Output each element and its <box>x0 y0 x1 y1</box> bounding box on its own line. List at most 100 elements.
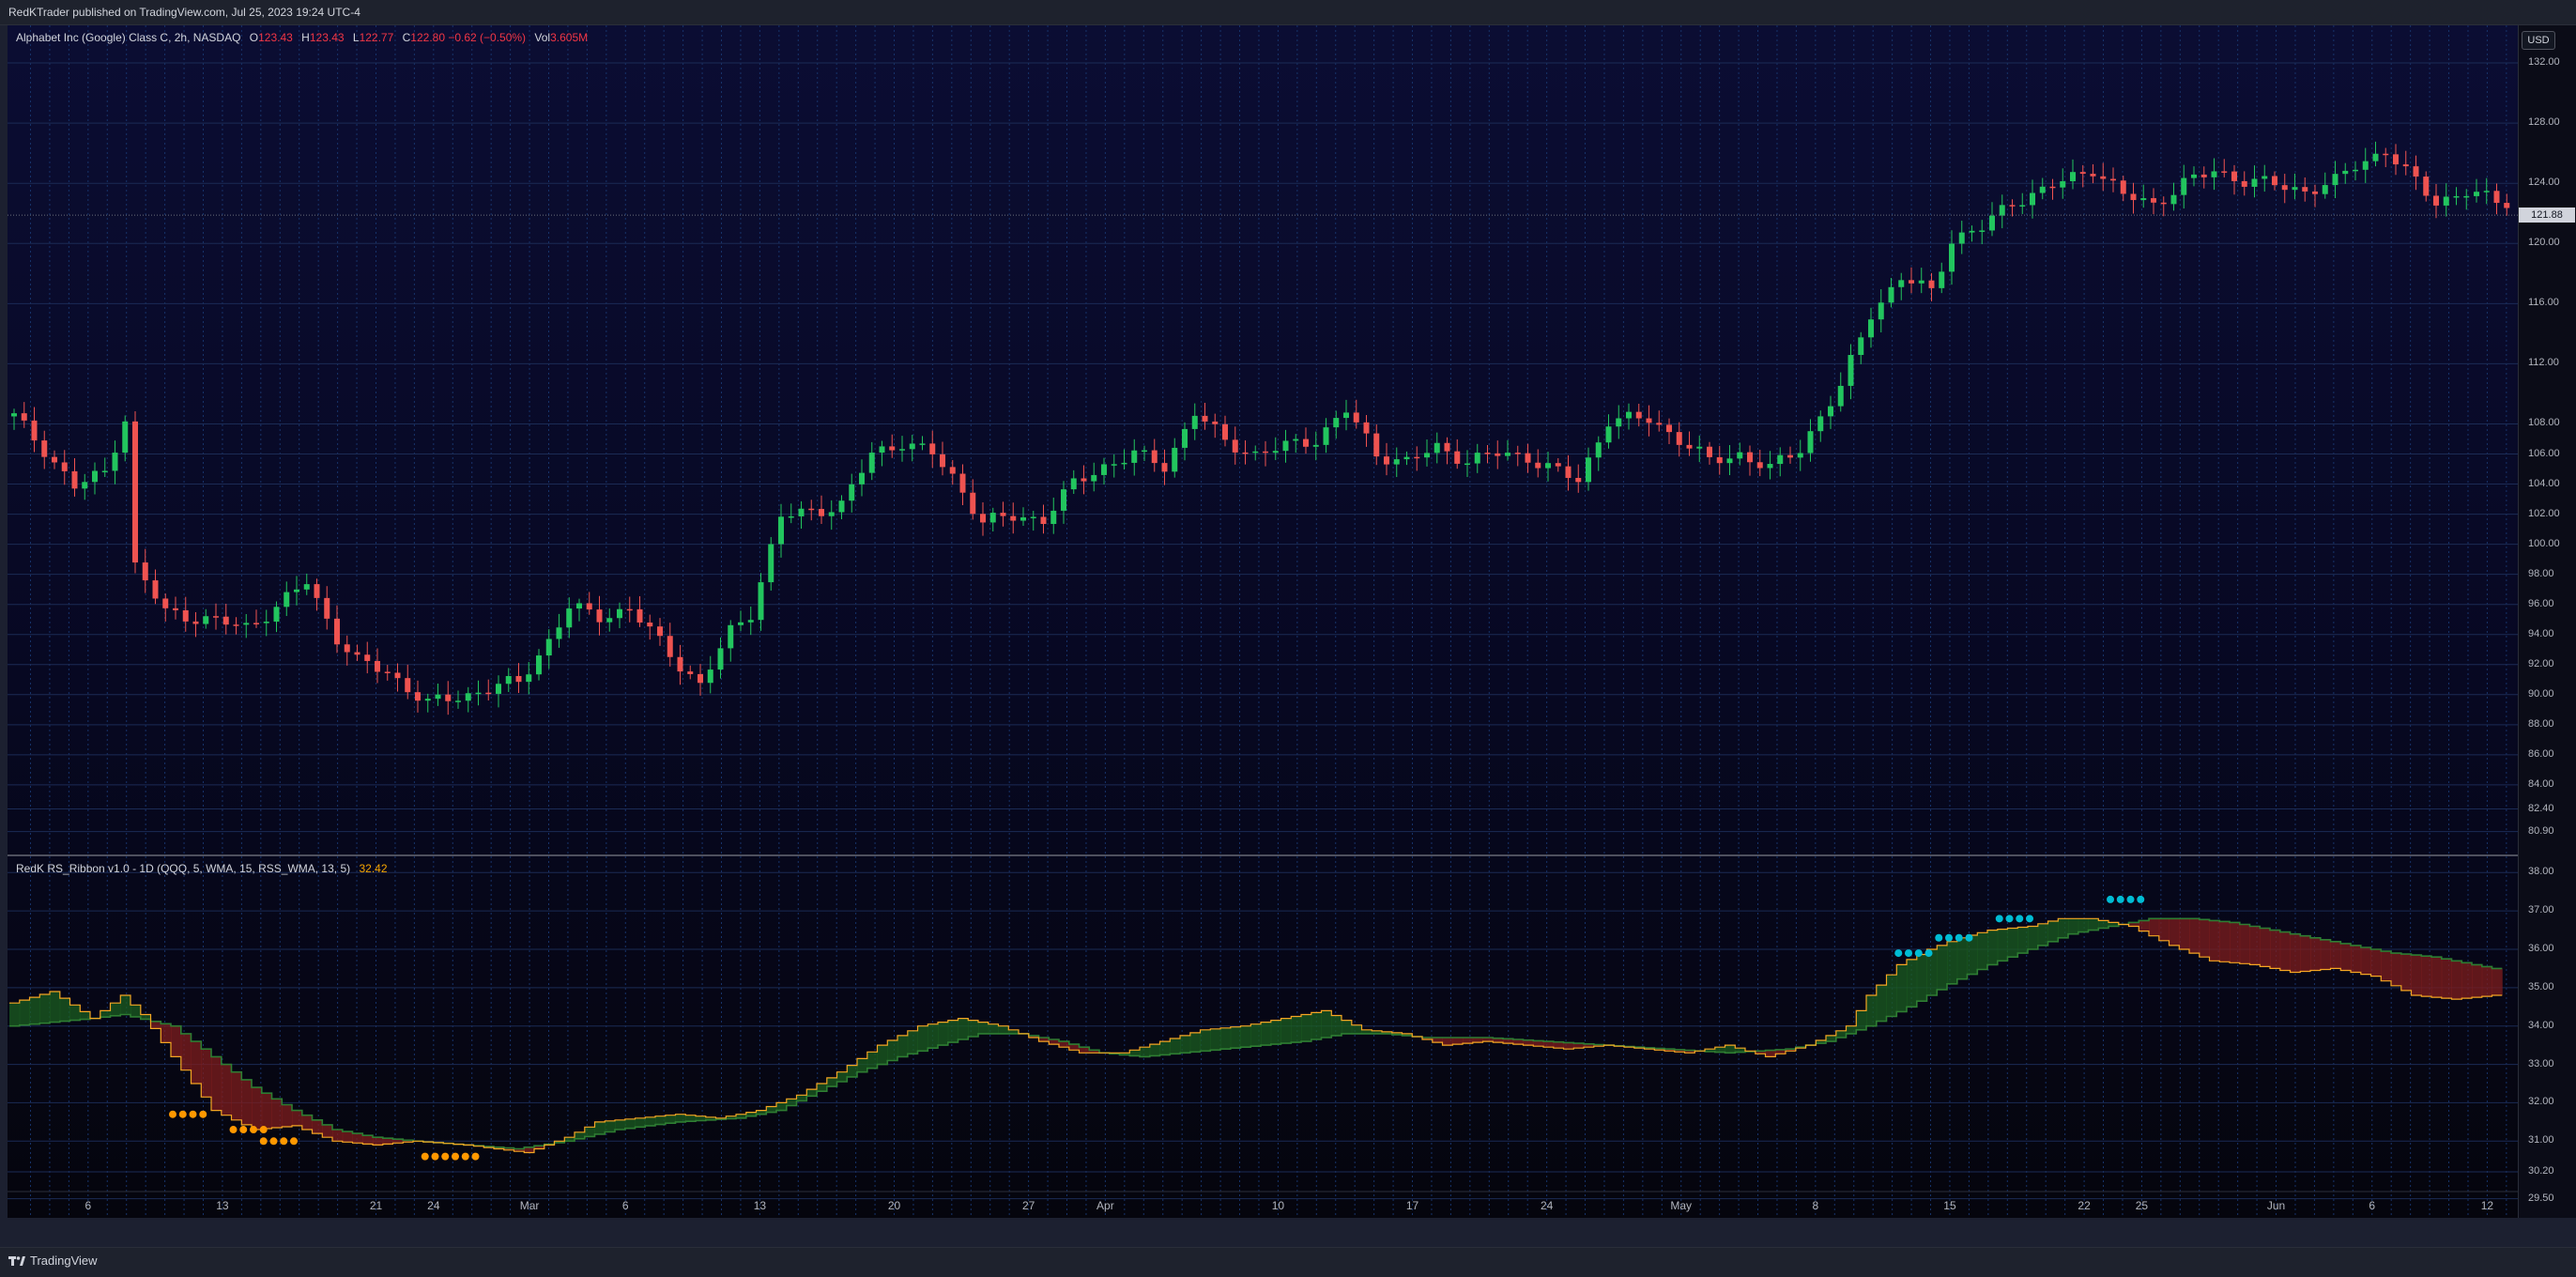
ribbon-fill <box>1886 975 1897 1017</box>
candle-body <box>2039 186 2046 193</box>
candle-body <box>1454 451 1461 464</box>
ribbon-fill <box>524 1146 535 1153</box>
candle-body <box>1403 456 1410 460</box>
time-tick-label: 10 <box>1272 1199 1285 1212</box>
ribbon-fill <box>907 1030 918 1054</box>
close-label: C <box>402 31 411 44</box>
ribbon-fill <box>1442 1037 1453 1046</box>
ribbon-fill <box>2360 946 2371 975</box>
price-tick-label: 132.00 <box>2528 56 2560 69</box>
candle-body <box>2463 195 2470 198</box>
ribbon-fill <box>836 1071 848 1082</box>
candle-body <box>1020 517 1026 521</box>
candle-body <box>424 699 431 701</box>
candle-body <box>1918 280 1924 284</box>
signal-dot-cyan <box>2116 895 2124 903</box>
ribbon-fill <box>150 1021 161 1029</box>
ribbon-fill <box>1553 1041 1564 1049</box>
signal-dot-orange <box>259 1137 268 1146</box>
signal-dot-cyan <box>1945 933 1953 942</box>
signal-dot-orange <box>189 1110 197 1118</box>
candle-body <box>515 675 522 683</box>
price-tick-label: 96.00 <box>2528 597 2554 609</box>
candle-body <box>496 684 501 694</box>
ribbon-fill <box>2431 957 2443 998</box>
candle-body <box>1595 442 1602 458</box>
candle-body <box>2383 153 2389 156</box>
ribbon-fill <box>271 1099 283 1128</box>
candle-body <box>2322 185 2328 194</box>
ribbon-fill <box>161 1023 172 1043</box>
high-value: 123.43 <box>309 31 345 44</box>
ribbon-fill <box>766 1106 777 1113</box>
candle-body <box>1000 513 1006 516</box>
chart-svg[interactable]: 6 13 21 24 Mar 6 13 20 27 Apr 10 17 24 May 8 15 22 25 Jun 6… <box>8 25 2518 1218</box>
candle-body <box>1848 355 1854 386</box>
candle-body <box>909 443 915 450</box>
candle-body <box>717 648 724 670</box>
signal-dot-cyan <box>1955 933 1963 942</box>
signal-dot-orange <box>421 1152 429 1161</box>
price-tick-label: 120.00 <box>2528 237 2560 249</box>
indicator-name[interactable]: RedK RS_Ribbon v1.0 - 1D (QQQ, 5, WMA, 1… <box>16 862 350 875</box>
ribbon-fill <box>1463 1037 1474 1044</box>
candle-body <box>1767 464 1773 469</box>
candle-body <box>465 693 471 701</box>
tradingview-logo[interactable]: TradingView <box>8 1254 98 1268</box>
candle-body <box>1696 446 1703 449</box>
candle-body <box>1858 337 1864 356</box>
price-tick-label: 82.40 <box>2528 802 2554 814</box>
candle-body <box>1131 450 1138 463</box>
candle-body <box>2181 177 2187 195</box>
symbol-name[interactable]: Alphabet Inc (Google) Class C, 2h, NASDA… <box>16 31 240 44</box>
candle-body <box>1958 232 1965 244</box>
ribbon-fill <box>1170 1039 1181 1054</box>
candle-body <box>1797 453 1803 458</box>
chart-area[interactable]: 6 13 21 24 Mar 6 13 20 27 Apr 10 17 24 May 8 15 22 25 Jun 6… <box>8 25 2518 1218</box>
price-tick-label: 98.00 <box>2528 567 2554 579</box>
candle-body <box>1716 456 1723 464</box>
signal-dot-orange <box>471 1152 480 1161</box>
currency-button[interactable]: USD <box>2522 31 2555 50</box>
ribbon-fill <box>211 1056 222 1111</box>
ribbon-fill <box>1301 1014 1312 1042</box>
price-axis[interactable]: 132.00 128.00 124.00 120.00 116.00 112.00 108.… <box>2518 25 2576 1218</box>
candle-body <box>1222 423 1228 440</box>
signal-dot-cyan <box>1995 915 2003 923</box>
candle-body <box>707 669 713 684</box>
ribbon-fill <box>100 1010 111 1018</box>
candle-body <box>1252 451 1259 454</box>
candle-body <box>1172 447 1178 472</box>
indicator-tick-label: 29.50 <box>2528 1192 2554 1204</box>
candle-body <box>2160 202 2167 205</box>
ribbon-fill <box>2391 953 2402 986</box>
ribbon-fill <box>645 1116 656 1126</box>
candle-body <box>61 462 68 471</box>
candle-body <box>738 622 744 625</box>
ribbon-fill <box>998 1025 1009 1034</box>
indicator-tick-label: 32.00 <box>2528 1096 2554 1108</box>
ribbon-fill <box>1835 1030 1847 1038</box>
candle-body <box>2049 186 2056 189</box>
candle-body <box>919 443 926 445</box>
ribbon-fill <box>1725 1045 1736 1054</box>
candle-body <box>1444 442 1450 452</box>
ribbon-fill <box>19 1000 30 1025</box>
candle-body <box>2372 153 2379 162</box>
price-tick-label: 102.00 <box>2528 507 2560 519</box>
candle-body <box>364 654 371 661</box>
candle-body <box>1495 453 1501 456</box>
candle-body <box>1586 457 1591 483</box>
ribbon-fill <box>130 1005 142 1017</box>
candle-body <box>182 609 189 622</box>
ribbon-fill <box>2461 962 2473 999</box>
candle-body <box>758 582 764 621</box>
ribbon-fill <box>2290 933 2301 973</box>
candle-body <box>1232 439 1238 453</box>
candle-body <box>1293 438 1299 441</box>
candle-body <box>576 603 582 609</box>
open-label: O <box>249 31 259 44</box>
ribbon-fill <box>1533 1040 1544 1047</box>
signal-dot-cyan <box>2137 895 2145 903</box>
ribbon-fill <box>1523 1039 1534 1046</box>
